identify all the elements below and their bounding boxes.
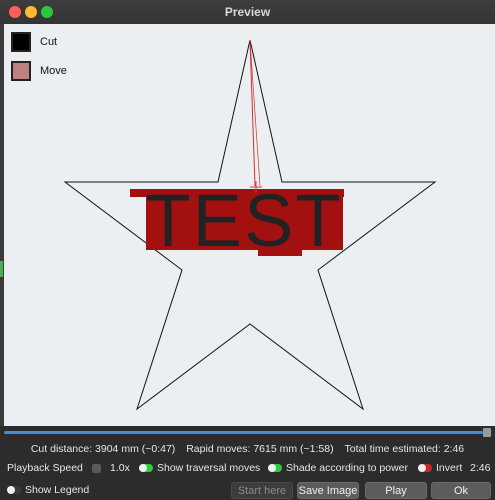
- total-time: Total time estimated: 2:46: [344, 443, 465, 455]
- playback-scrubber[interactable]: [4, 428, 491, 437]
- toolpath-drawing: TEST: [63, 39, 437, 411]
- playback-speed-label: Playback Speed: [7, 462, 83, 474]
- playback-speed-text: Playback Speed: [7, 462, 83, 474]
- invert-switch[interactable]: [418, 464, 432, 472]
- time-readout: 2:46: [470, 462, 490, 474]
- shade-label: Shade according to power: [286, 462, 408, 474]
- ok-button[interactable]: Ok: [431, 482, 491, 499]
- bottom-bar: Show Legend Start here Save Image Play O…: [0, 481, 495, 500]
- show-legend-label: Show Legend: [25, 484, 90, 496]
- shade-switch[interactable]: [268, 464, 282, 472]
- invert-label: Invert: [436, 462, 463, 474]
- preview-canvas[interactable]: Cut Move TEST: [4, 24, 495, 426]
- preview-window: Preview Cut Move TEST Cut distance: 3904…: [0, 0, 495, 500]
- show-traversal-label: Show traversal moves: [157, 462, 261, 474]
- legend-switch[interactable]: [7, 486, 21, 494]
- controls-row: Playback Speed 1.0x Show traversal moves…: [0, 462, 495, 476]
- invert-toggle[interactable]: Invert: [418, 462, 462, 474]
- cut-distance: Cut distance: 3904 mm (~0:47): [30, 443, 176, 455]
- shade-power-toggle[interactable]: Shade according to power: [268, 462, 408, 474]
- title-bar[interactable]: Preview: [0, 0, 495, 25]
- scrubber-track: [4, 431, 483, 434]
- edge-marker: [0, 261, 3, 277]
- speed-checkbox[interactable]: [92, 463, 101, 473]
- start-here-button[interactable]: Start here: [231, 482, 293, 499]
- window-title: Preview: [224, 5, 271, 19]
- play-button[interactable]: Play: [365, 482, 427, 499]
- rapid-moves: Rapid moves: 7615 mm (~1:58): [186, 443, 334, 455]
- scrubber-handle[interactable]: [483, 428, 491, 437]
- traversal-switch[interactable]: [139, 464, 153, 472]
- engrave-text: TEST: [145, 179, 342, 262]
- stats-line: Cut distance: 3904 mm (~0:47) Rapid move…: [0, 443, 495, 455]
- speed-control[interactable]: 1.0x: [92, 462, 130, 474]
- save-image-button[interactable]: Save Image: [297, 482, 359, 499]
- speed-value: 1.0x: [110, 462, 130, 474]
- show-legend-toggle[interactable]: Show Legend: [7, 484, 89, 496]
- show-traversal-toggle[interactable]: Show traversal moves: [139, 462, 260, 474]
- rapid-move-line: [249, 39, 256, 187]
- time-readout-text: 2:46: [470, 462, 491, 474]
